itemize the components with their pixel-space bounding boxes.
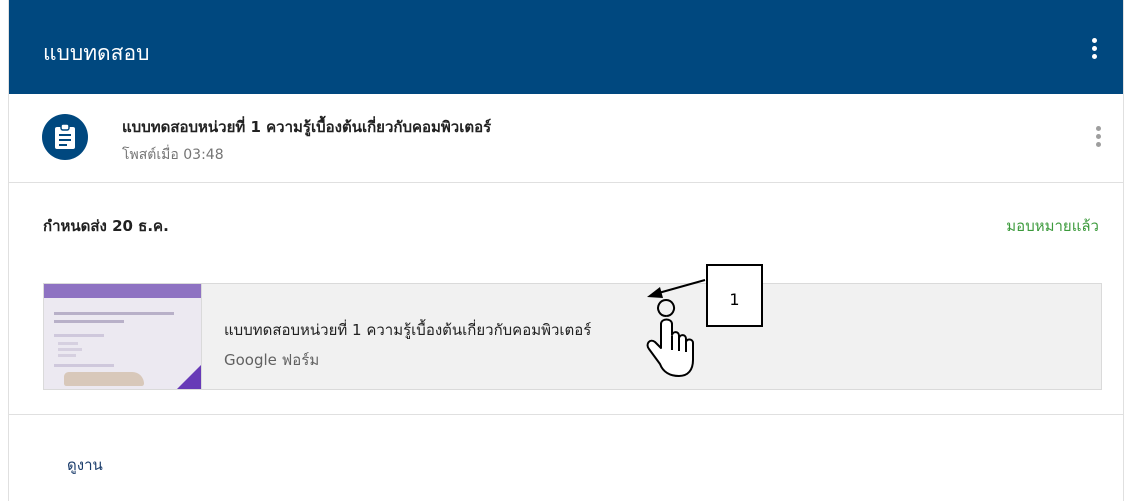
assignment-icon [42,114,88,160]
post-title[interactable]: แบบทดสอบหน่วยที่ 1 ความรู้เบื้องต้นเกี่ย… [122,115,491,139]
view-assignment-link[interactable]: ดูงาน [67,453,103,477]
header-bar: แบบทดสอบ [9,0,1123,94]
header-more-menu-icon[interactable] [1089,36,1101,62]
divider [9,414,1123,415]
forms-corner-icon [177,365,201,389]
annotation-number: 1 [729,290,740,309]
attachment-type: Google ฟอร์ม [224,351,320,369]
page-title: แบบทดสอบ [43,41,150,65]
form-thumbnail [44,284,202,389]
attachment-title[interactable]: แบบทดสอบหน่วยที่ 1 ความรู้เบื้องต้นเกี่ย… [224,318,591,342]
classwork-card: แบบทดสอบ แบบทดสอบหน่วยที่ 1 ความรู้เบื้อ… [8,0,1124,501]
due-date: กำหนดส่ง 20 ธ.ค. [43,217,169,235]
attachment-card[interactable]: แบบทดสอบหน่วยที่ 1 ความรู้เบื้องต้นเกี่ย… [43,283,1102,390]
status-label: มอบหมายแล้ว [1006,217,1099,235]
post-timestamp: โพสต์เมื่อ 03:48 [122,147,224,163]
post-more-menu-icon[interactable] [1093,124,1105,150]
post-row[interactable]: แบบทดสอบหน่วยที่ 1 ความรู้เบื้องต้นเกี่ย… [9,94,1123,183]
annotation-callout-box: 1 [706,264,763,327]
